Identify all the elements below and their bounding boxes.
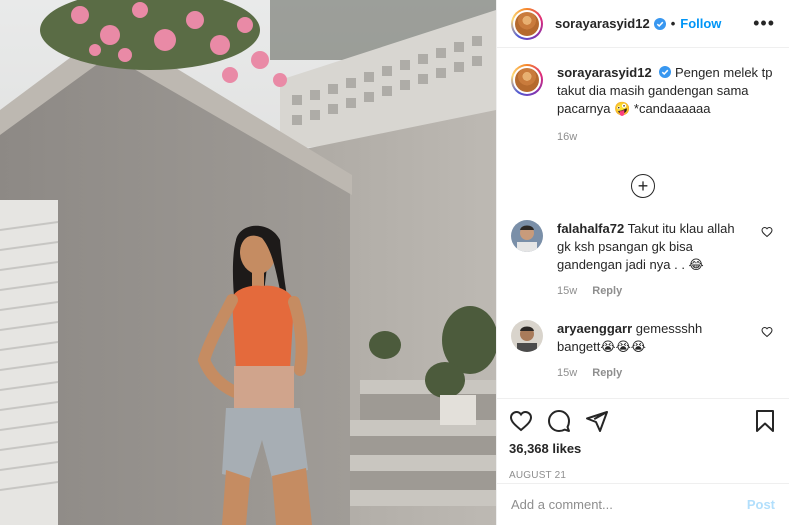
like-comment-heart-icon[interactable] [761, 226, 773, 238]
caption-time[interactable]: 16w [557, 128, 775, 146]
commenter-photo [511, 220, 543, 252]
separator-dot: • [670, 16, 676, 31]
comment-time[interactable]: 15w [557, 285, 577, 297]
commenter-photo [511, 320, 543, 352]
comment-item: aryaenggarr gemessshh bangett😭😭😭 15w Rep… [511, 320, 775, 382]
like-heart-icon[interactable] [509, 409, 533, 433]
commenter-avatar[interactable] [511, 320, 543, 352]
post-actions: 36,368 likes AUGUST 21 [497, 398, 789, 481]
share-paper-plane-icon[interactable] [585, 409, 609, 433]
add-comment-input[interactable]: Add a comment... [511, 497, 747, 512]
caption-avatar[interactable] [511, 64, 543, 96]
post-photo[interactable] [0, 0, 496, 525]
post-detail-panel: sorayarasyid12 • Follow ••• sorayarasyid… [496, 0, 789, 525]
post-caption: sorayarasyid12 Pengen melek tp takut dia… [511, 64, 775, 146]
comment-bubble-icon[interactable] [547, 409, 571, 433]
more-options-icon[interactable]: ••• [753, 13, 775, 34]
post-comment-button[interactable]: Post [747, 497, 775, 512]
post-date[interactable]: AUGUST 21 [509, 470, 777, 481]
caption-verified-badge-icon [659, 66, 672, 78]
author-avatar[interactable] [511, 7, 543, 40]
comment-composer: Add a comment... Post [497, 483, 789, 525]
post-header: sorayarasyid12 • Follow ••• [497, 0, 789, 48]
author-username[interactable]: sorayarasyid12 [555, 16, 650, 31]
likes-count[interactable]: 36,368 likes [509, 441, 777, 456]
comment-meta: 15w Reply [557, 364, 749, 382]
commenter-avatar[interactable] [511, 220, 543, 252]
caption-username[interactable]: sorayarasyid12 [557, 65, 652, 80]
comment-time[interactable]: 15w [557, 367, 577, 379]
comments-list[interactable]: sorayarasyid12 Pengen melek tp takut dia… [497, 48, 789, 398]
comment-username[interactable]: falahalfa72 [557, 221, 624, 236]
comment-item: falahalfa72 Takut itu klau allah gk ksh … [511, 220, 775, 300]
verified-badge-icon [653, 17, 666, 30]
plus-circle-icon[interactable]: + [631, 174, 655, 198]
save-bookmark-icon[interactable] [753, 409, 777, 433]
load-more-comments[interactable]: + [511, 174, 775, 198]
like-comment-heart-icon[interactable] [761, 326, 773, 338]
comment-meta: 15w Reply [557, 282, 749, 300]
reply-button[interactable]: Reply [592, 367, 622, 379]
follow-button[interactable]: Follow [680, 16, 721, 31]
reply-button[interactable]: Reply [592, 285, 622, 297]
comment-username[interactable]: aryaenggarr [557, 321, 632, 336]
photo-illustration [0, 0, 496, 525]
